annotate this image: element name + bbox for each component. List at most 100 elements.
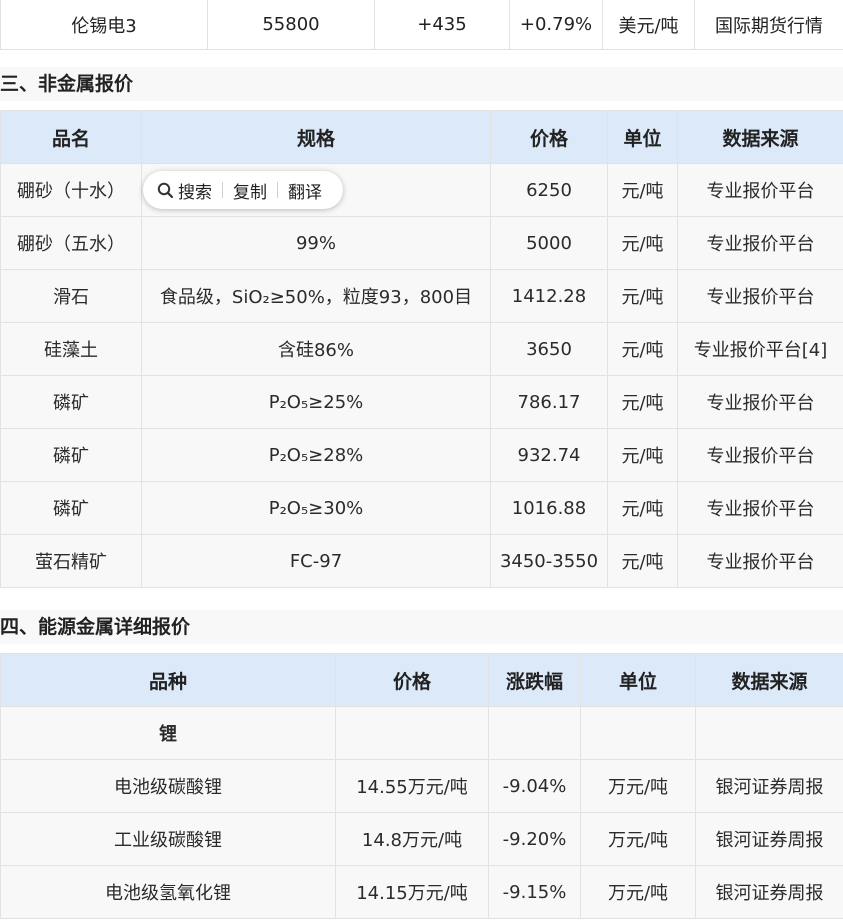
cell-name: 滑石 <box>0 269 142 323</box>
header-unit: 单位 <box>580 653 696 707</box>
cell-unit: 元/吨 <box>607 534 678 588</box>
cell-change-pct: -9.15% <box>488 865 581 919</box>
cell-unit: 万元/吨 <box>580 759 696 813</box>
table-row: 工业级碳酸锂 14.8万元/吨 -9.20% 万元/吨 银河证券周报 <box>0 812 843 866</box>
header-variety: 品种 <box>0 653 336 707</box>
translate-button[interactable]: 翻译 <box>278 178 332 203</box>
cell-spec: FC-97 <box>141 534 491 588</box>
cell-source: 专业报价平台[4] <box>677 322 843 376</box>
cell-source: 专业报价平台 <box>677 269 843 323</box>
cell-name: 磷矿 <box>0 428 142 482</box>
cell-change-pct: -9.20% <box>488 812 581 866</box>
selection-popup-menu: 搜索 复制 翻译 <box>143 171 343 209</box>
header-name: 品名 <box>0 110 142 164</box>
cell-price: 5000 <box>490 216 608 270</box>
metals-table-tail: 伦锡电3 55800 +435 +0.79% 美元/吨 国际期货行情 <box>0 0 843 50</box>
cell-unit: 万元/吨 <box>580 865 696 919</box>
cell-name: 硅藻土 <box>0 322 142 376</box>
cell-unit: 万元/吨 <box>580 812 696 866</box>
cell-source: 银河证券周报 <box>695 865 843 919</box>
table-row: 电池级碳酸锂 14.55万元/吨 -9.04% 万元/吨 银河证券周报 <box>0 759 843 813</box>
translate-label: 翻译 <box>288 182 322 203</box>
search-button[interactable]: 搜索 <box>143 178 222 203</box>
table-row: 滑石 食品级，SiO₂≥50%，粒度93，800目 1412.28 元/吨 专业… <box>0 269 843 323</box>
cell-price: 3450-3550 <box>490 534 608 588</box>
cell-name: 萤石精矿 <box>0 534 142 588</box>
table-row: 电池级氢氧化锂 14.15万元/吨 -9.15% 万元/吨 银河证券周报 <box>0 865 843 919</box>
cell-variety: 电池级氢氧化锂 <box>0 865 336 919</box>
cell-spec: 食品级，SiO₂≥50%，粒度93，800目 <box>141 269 491 323</box>
cell-source: 银河证券周报 <box>695 812 843 866</box>
table-row: 萤石精矿 FC-97 3450-3550 元/吨 专业报价平台 <box>0 534 843 588</box>
cell-price: 3650 <box>490 322 608 376</box>
cell-price: 1412.28 <box>490 269 608 323</box>
cell-change-pct: -9.04% <box>488 759 581 813</box>
search-icon <box>157 182 174 198</box>
cell-spec: 含硅86% <box>141 322 491 376</box>
cell-price: 6250 <box>490 163 608 217</box>
cell-variety: 电池级碳酸锂 <box>0 759 336 813</box>
cell-unit: 元/吨 <box>607 322 678 376</box>
cell-spec: P₂O₅≥28% <box>141 428 491 482</box>
cell-change-pct: +0.79% <box>509 0 603 50</box>
group-label-lithium: 锂 <box>0 706 336 760</box>
cell-name: 硼砂（十水） <box>0 163 142 217</box>
copy-button[interactable]: 复制 <box>223 178 277 203</box>
cell-change: +435 <box>374 0 510 50</box>
header-change-pct: 涨跌幅 <box>488 653 581 707</box>
table-header-row: 品种 价格 涨跌幅 单位 数据来源 <box>0 653 843 707</box>
cell-price: 14.8万元/吨 <box>335 812 489 866</box>
table-header-row: 品名 规格 价格 单位 数据来源 <box>0 110 843 164</box>
table-row: 磷矿 P₂O₅≥28% 932.74 元/吨 专业报价平台 <box>0 428 843 482</box>
cell-source: 专业报价平台 <box>677 375 843 429</box>
section-title-energy-metals: 四、能源金属详细报价 <box>0 610 843 644</box>
cell-price: 932.74 <box>490 428 608 482</box>
header-spec: 规格 <box>141 110 491 164</box>
header-source: 数据来源 <box>695 653 843 707</box>
cell-source: 专业报价平台 <box>677 534 843 588</box>
cell-price: 14.55万元/吨 <box>335 759 489 813</box>
header-unit: 单位 <box>607 110 678 164</box>
cell-source: 专业报价平台 <box>677 481 843 535</box>
header-price: 价格 <box>490 110 608 164</box>
cell-unit: 美元/吨 <box>602 0 695 50</box>
cell-source: 专业报价平台 <box>677 163 843 217</box>
cell-unit: 元/吨 <box>607 216 678 270</box>
search-label: 搜索 <box>178 182 212 203</box>
nonmetal-price-table: 品名 规格 价格 单位 数据来源 硼砂（十水） 6250 元/吨 专业报价平台 … <box>0 110 843 588</box>
cell-source: 专业报价平台 <box>677 216 843 270</box>
cell-name: 伦锡电3 <box>0 0 208 50</box>
cell-price: 14.15万元/吨 <box>335 865 489 919</box>
cell-source: 银河证券周报 <box>695 759 843 813</box>
table-row: 磷矿 P₂O₅≥30% 1016.88 元/吨 专业报价平台 <box>0 481 843 535</box>
header-source: 数据来源 <box>677 110 843 164</box>
cell-spec: P₂O₅≥25% <box>141 375 491 429</box>
copy-label: 复制 <box>233 182 267 203</box>
cell-price: 786.17 <box>490 375 608 429</box>
cell-source: 国际期货行情 <box>694 0 843 50</box>
cell-price: 1016.88 <box>490 481 608 535</box>
cell-empty <box>488 706 581 760</box>
cell-empty <box>695 706 843 760</box>
cell-name: 磷矿 <box>0 375 142 429</box>
section-title-nonmetal: 三、非金属报价 <box>0 67 843 101</box>
cell-unit: 元/吨 <box>607 375 678 429</box>
header-price: 价格 <box>335 653 489 707</box>
table-row: 硼砂（五水） 99% 5000 元/吨 专业报价平台 <box>0 216 843 270</box>
table-row: 磷矿 P₂O₅≥25% 786.17 元/吨 专业报价平台 <box>0 375 843 429</box>
cell-spec: 99% <box>141 216 491 270</box>
cell-empty <box>580 706 696 760</box>
cell-unit: 元/吨 <box>607 428 678 482</box>
cell-spec: P₂O₅≥30% <box>141 481 491 535</box>
cell-source: 专业报价平台 <box>677 428 843 482</box>
table-row: 伦锡电3 55800 +435 +0.79% 美元/吨 国际期货行情 <box>0 0 843 50</box>
cell-unit: 元/吨 <box>607 163 678 217</box>
table-row: 硅藻土 含硅86% 3650 元/吨 专业报价平台[4] <box>0 322 843 376</box>
cell-unit: 元/吨 <box>607 481 678 535</box>
energy-metal-price-table: 品种 价格 涨跌幅 单位 数据来源 锂 电池级碳酸锂 14.55万元/吨 -9.… <box>0 653 843 919</box>
table-row: 硼砂（十水） 6250 元/吨 专业报价平台 <box>0 163 843 217</box>
table-group-row: 锂 <box>0 706 843 760</box>
cell-empty <box>335 706 489 760</box>
cell-name: 磷矿 <box>0 481 142 535</box>
cell-unit: 元/吨 <box>607 269 678 323</box>
